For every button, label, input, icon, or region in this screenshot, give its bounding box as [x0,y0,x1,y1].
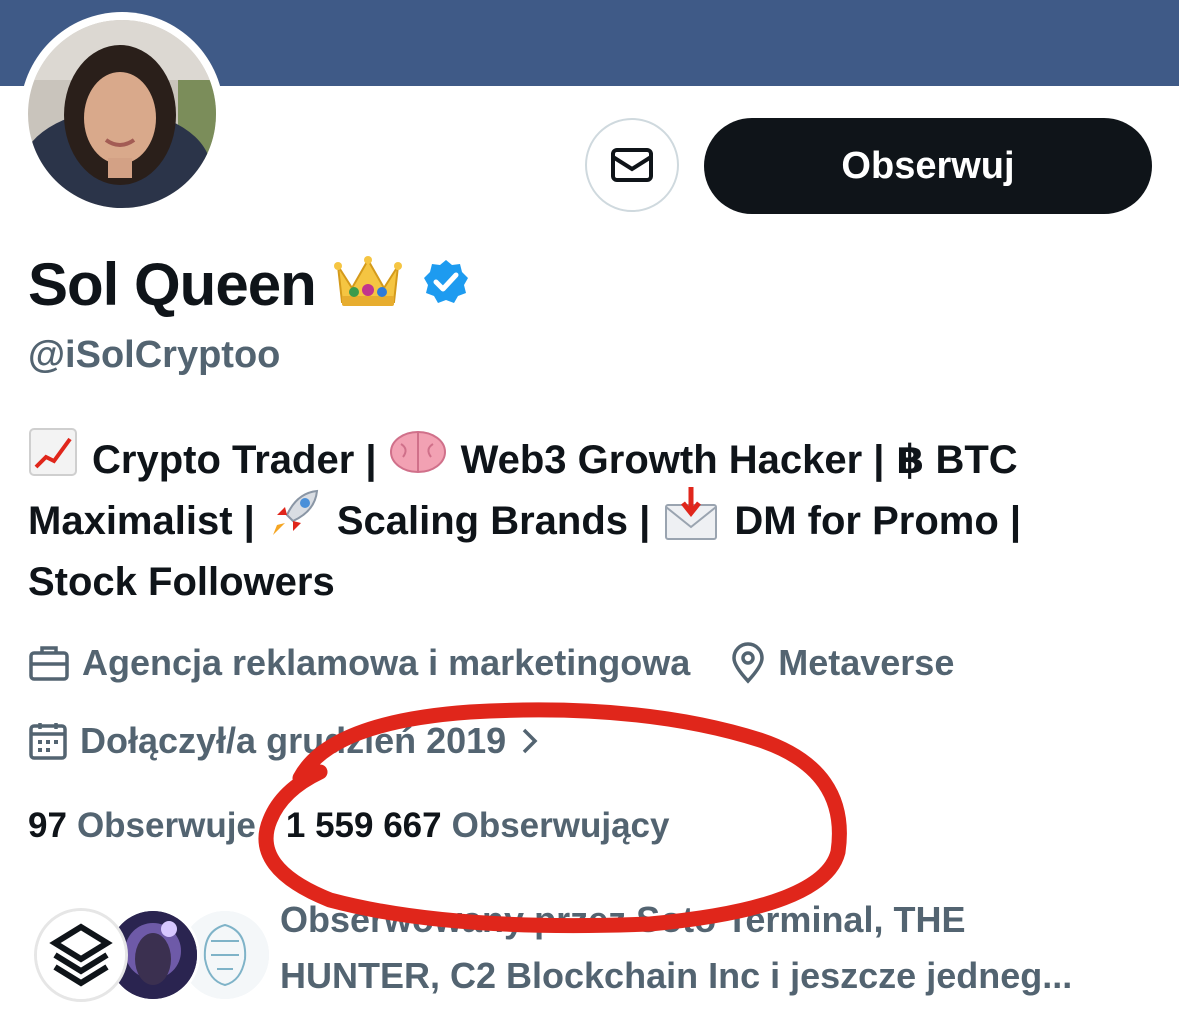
following-link[interactable]: 97 Obserwuje [28,806,256,846]
location-pin-icon [732,642,764,684]
message-button[interactable] [585,118,679,212]
bio-text: Stock Followers [28,560,335,604]
follow-button[interactable]: Obserwuj [704,118,1152,214]
followed-by-line: HUNTER, C2 Blockchain Inc i jeszcze jedn… [280,955,1073,996]
envelope-icon [611,148,653,182]
followed-by-avatars[interactable] [34,904,274,1002]
profile-page: Obserwuj Sol Queen @iSolCryptoo Crypto T… [0,0,1179,1010]
name-row: Sol Queen [28,248,470,320]
bio-text: ฿ BTC [896,438,1018,482]
bio-line: Maximalist | Scaling Brands | DM for Pro… [28,486,1158,552]
bio-line: Crypto Trader | Web3 Growth Hacker | ฿ B… [28,427,1158,493]
bio-text: Scaling Brands | [336,499,651,543]
follower-avatar [34,908,128,1002]
joined-item[interactable]: Dołączył/a grudzień 2019 [28,720,552,762]
followers-label: Obserwujący [451,806,670,845]
display-name: Sol Queen [28,250,317,318]
profile-handle: @iSolCryptoo [28,334,281,376]
joined-row[interactable]: Dołączył/a grudzień 2019 [28,716,552,766]
followed-by-text[interactable]: Obserwowany przez Soto Terminal, THE HUN… [280,892,1160,1004]
location-item: Metaverse [730,642,954,684]
avatar[interactable] [20,12,224,216]
avatar-photo [28,20,216,208]
chart-increasing-emoji-icon [28,427,78,495]
followers-count: 1 559 667 [285,806,442,845]
bio-text: Maximalist | [28,499,255,543]
crown-emoji-icon [333,254,402,315]
joined-text: Dołączył/a grudzień 2019 [80,720,507,761]
following-count: 97 [28,806,67,845]
calendar-icon [29,723,67,760]
rocket-emoji-icon [267,485,323,559]
followers-link[interactable]: 1 559 667 Obserwujący [286,806,670,846]
category-text: Agencja reklamowa i marketingowa [82,642,691,683]
verified-badge-icon[interactable] [422,258,470,311]
category-item: Agencja reklamowa i marketingowa [28,642,690,684]
followed-by-line: Obserwowany przez Soto Terminal, THE [280,899,966,940]
bio-text: Crypto Trader | [92,438,377,482]
following-label: Obserwuje [76,806,256,845]
brain-emoji-icon [389,429,447,493]
location-text: Metaverse [778,642,955,683]
bio-text: Web3 Growth Hacker | [460,438,885,482]
bio-text: DM for Promo | [734,499,1022,543]
follow-stats: 97 Obserwuje 1 559 667 Obserwujący [28,802,670,850]
profile-meta: Agencja reklamowa i marketingowa Metaver… [28,638,954,688]
bio-line: Stock Followers [28,552,1158,613]
envelope-arrow-emoji-icon [662,485,720,559]
briefcase-icon [29,646,69,681]
chevron-right-icon [522,728,538,754]
profile-bio: Crypto Trader | Web3 Growth Hacker | ฿ B… [28,427,1158,613]
